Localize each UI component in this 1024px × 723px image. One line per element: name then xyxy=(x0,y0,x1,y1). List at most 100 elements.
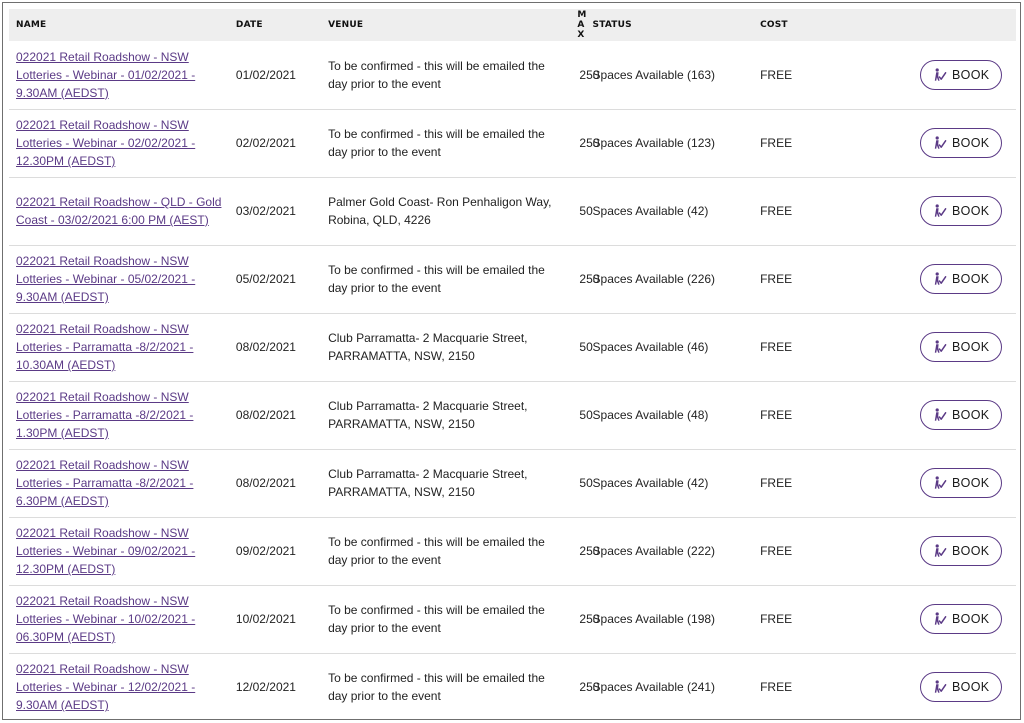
event-cost: FREE xyxy=(760,272,793,286)
book-button[interactable]: BOOK xyxy=(920,468,1003,498)
event-max-capacity: 250 xyxy=(579,272,600,286)
event-status: Spaces Available (198) xyxy=(592,612,716,626)
event-name-link[interactable]: 022021 Retail Roadshow - NSW Lotteries -… xyxy=(16,592,223,646)
book-cell: BOOK xyxy=(889,449,1016,517)
event-name-cell: 022021 Retail Roadshow - NSW Lotteries -… xyxy=(9,41,229,109)
book-cell: BOOK xyxy=(889,245,1016,313)
event-name-link[interactable]: 022021 Retail Roadshow - NSW Lotteries -… xyxy=(16,660,223,714)
event-status: Spaces Available (46) xyxy=(592,340,709,354)
event-name-cell: 022021 Retail Roadshow - NSW Lotteries -… xyxy=(9,109,229,177)
event-name-link[interactable]: 022021 Retail Roadshow - NSW Lotteries -… xyxy=(16,456,223,510)
event-name-cell: 022021 Retail Roadshow - QLD - Gold Coas… xyxy=(9,177,229,245)
person-walking-icon xyxy=(934,612,947,625)
table-row: 022021 Retail Roadshow - NSW Lotteries -… xyxy=(9,109,1016,177)
event-max-capacity: 50 xyxy=(579,476,593,490)
event-status: Spaces Available (48) xyxy=(592,408,709,422)
person-walking-icon xyxy=(934,136,947,149)
event-date: 09/02/2021 xyxy=(235,544,296,558)
book-cell: BOOK xyxy=(889,381,1016,449)
book-button-label: BOOK xyxy=(952,680,990,695)
event-venue: To be confirmed - this will be emailed t… xyxy=(328,671,545,704)
book-button[interactable]: BOOK xyxy=(920,332,1003,362)
event-venue: To be confirmed - this will be emailed t… xyxy=(328,603,545,635)
event-max-capacity: 250 xyxy=(579,136,600,150)
table-row: 022021 Retail Roadshow - QLD - Gold Coas… xyxy=(9,177,1016,245)
event-max-capacity: 50 xyxy=(579,408,593,422)
book-cell: BOOK xyxy=(889,109,1016,177)
book-button[interactable]: BOOK xyxy=(920,196,1003,226)
person-walking-icon xyxy=(934,408,947,421)
event-name-cell: 022021 Retail Roadshow - NSW Lotteries -… xyxy=(9,653,229,721)
person-walking-icon xyxy=(934,204,947,217)
event-name-cell: 022021 Retail Roadshow - NSW Lotteries -… xyxy=(9,585,229,653)
event-cost: FREE xyxy=(760,204,793,218)
book-button-label: BOOK xyxy=(952,272,990,286)
book-button-label: BOOK xyxy=(952,204,990,218)
event-venue: Club Parramatta- 2 Macquarie Street, PAR… xyxy=(328,331,528,363)
book-button-label: BOOK xyxy=(952,476,990,490)
event-venue: To be confirmed - this will be emailed t… xyxy=(328,535,545,567)
event-max-capacity: 250 xyxy=(579,612,600,626)
table-row: 022021 Retail Roadshow - NSW Lotteries -… xyxy=(9,517,1016,585)
event-venue: Club Parramatta- 2 Macquarie Street, PAR… xyxy=(328,467,528,499)
event-venue: To be confirmed - this will be emailed t… xyxy=(328,263,545,295)
event-max-capacity: 50 xyxy=(579,340,593,354)
event-cost: FREE xyxy=(760,136,793,150)
event-status: Spaces Available (42) xyxy=(592,204,709,218)
event-max-capacity: 250 xyxy=(579,544,600,558)
event-name-link[interactable]: 022021 Retail Roadshow - QLD - Gold Coas… xyxy=(16,193,223,229)
event-name-cell: 022021 Retail Roadshow - NSW Lotteries -… xyxy=(9,449,229,517)
book-cell: BOOK xyxy=(889,313,1016,381)
event-name-link[interactable]: 022021 Retail Roadshow - NSW Lotteries -… xyxy=(16,388,223,442)
book-button[interactable]: BOOK xyxy=(920,59,1003,90)
book-cell: BOOK xyxy=(889,517,1016,585)
book-button[interactable]: BOOK xyxy=(920,400,1003,430)
column-header-venue: VENUE xyxy=(328,20,364,30)
book-button[interactable]: BOOK xyxy=(920,128,1003,158)
event-name-link[interactable]: 022021 Retail Roadshow - NSW Lotteries -… xyxy=(16,252,223,306)
event-max-capacity: 250 xyxy=(579,67,600,82)
event-name-link[interactable]: 022021 Retail Roadshow - NSW Lotteries -… xyxy=(16,116,223,170)
event-cost: FREE xyxy=(760,476,793,490)
event-name-cell: 022021 Retail Roadshow - NSW Lotteries -… xyxy=(9,381,229,449)
event-date: 08/02/2021 xyxy=(235,340,296,354)
event-name-link[interactable]: 022021 Retail Roadshow - NSW Lotteries -… xyxy=(16,48,223,102)
book-button[interactable]: BOOK xyxy=(920,604,1003,634)
event-cost: FREE xyxy=(760,544,793,558)
person-walking-icon xyxy=(934,476,947,489)
event-cost: FREE xyxy=(760,680,793,695)
table-row: 022021 Retail Roadshow - NSW Lotteries -… xyxy=(9,41,1016,109)
event-name-link[interactable]: 022021 Retail Roadshow - NSW Lotteries -… xyxy=(16,524,223,578)
event-venue: Palmer Gold Coast- Ron Penhaligon Way, R… xyxy=(328,195,552,227)
event-name-link[interactable]: 022021 Retail Roadshow - NSW Lotteries -… xyxy=(16,320,223,374)
event-date: 01/02/2021 xyxy=(235,67,296,82)
event-venue: To be confirmed - this will be emailed t… xyxy=(328,58,545,91)
person-walking-icon xyxy=(934,340,947,353)
event-status: Spaces Available (163) xyxy=(592,67,716,82)
column-header-name: NAME xyxy=(16,20,47,30)
book-button[interactable]: BOOK xyxy=(920,536,1003,566)
event-status: Spaces Available (42) xyxy=(592,476,709,490)
event-max-capacity: 50 xyxy=(579,204,593,218)
column-header-book xyxy=(889,9,1016,41)
event-max-capacity: 250 xyxy=(579,680,600,695)
book-button-label: BOOK xyxy=(952,544,990,558)
person-walking-icon xyxy=(934,272,947,285)
book-button-label: BOOK xyxy=(952,340,990,354)
event-date: 02/02/2021 xyxy=(235,136,296,150)
event-venue: To be confirmed - this will be emailed t… xyxy=(328,127,545,159)
table-row: 022021 Retail Roadshow - NSW Lotteries -… xyxy=(9,653,1016,721)
event-cost: FREE xyxy=(760,67,793,82)
person-walking-icon xyxy=(934,544,947,557)
event-date: 10/02/2021 xyxy=(235,612,296,626)
event-name-cell: 022021 Retail Roadshow - NSW Lotteries -… xyxy=(9,245,229,313)
book-button[interactable]: BOOK xyxy=(920,264,1003,294)
column-header-max: MAX xyxy=(572,9,586,41)
event-status: Spaces Available (241) xyxy=(592,680,716,695)
book-button[interactable]: BOOK xyxy=(920,672,1003,703)
book-cell: BOOK xyxy=(889,177,1016,245)
table-row: 022021 Retail Roadshow - NSW Lotteries -… xyxy=(9,449,1016,517)
column-header-cost: COST xyxy=(760,20,788,30)
event-date: 08/02/2021 xyxy=(235,408,296,422)
event-date: 05/02/2021 xyxy=(235,272,296,286)
